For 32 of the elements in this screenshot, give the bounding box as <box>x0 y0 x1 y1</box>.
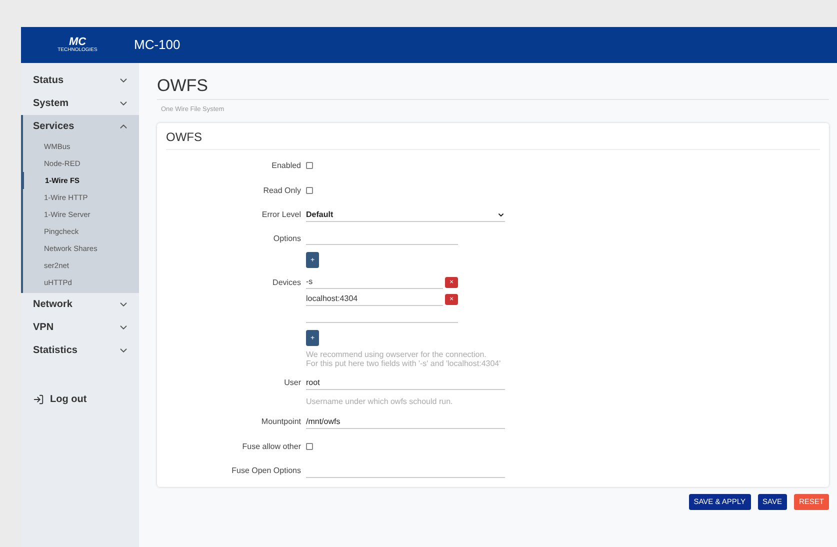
sidebar-item[interactable]: Services <box>23 115 139 138</box>
help-text: Username under which owfs schould run. <box>306 397 453 406</box>
input-field[interactable]: /mnt/owfs <box>306 415 505 429</box>
logout-link[interactable]: Log out <box>50 392 87 407</box>
device-title: MC-100 <box>134 36 180 54</box>
field-label: Fuse allow other <box>242 442 301 450</box>
input-field[interactable]: localhost:4304 <box>306 293 443 306</box>
page-title: OWFS <box>157 75 209 97</box>
checkbox[interactable] <box>306 187 313 194</box>
checkbox[interactable] <box>306 162 313 169</box>
field-label: Devices <box>272 278 301 286</box>
input-field[interactable]: root <box>306 376 505 390</box>
checkbox[interactable] <box>306 443 313 450</box>
section-title: OWFS <box>166 130 202 144</box>
input-field[interactable]: -s <box>306 276 443 289</box>
sidebar-item[interactable]: System <box>21 92 139 115</box>
chevron-down-icon <box>497 210 505 218</box>
sidebar-item[interactable]: VPN <box>21 316 139 339</box>
field-label: User <box>284 378 301 387</box>
sidebar-item[interactable]: Statistics <box>21 339 139 362</box>
logout-icon <box>33 394 44 405</box>
field-label: Enabled <box>272 160 301 170</box>
field-label: Fuse Open Options <box>232 466 301 475</box>
field-label: Options <box>273 234 301 242</box>
select-field[interactable]: Default <box>306 208 505 222</box>
help-text: We recommend using owserver for the connection. <box>306 350 488 359</box>
sidebar-item[interactable]: Status <box>21 69 139 92</box>
help-text: For this put here two fields with '-s' and 'localhost:4304' <box>306 359 501 368</box>
field-label: Error Level <box>262 210 301 219</box>
field-label: Mountpoint <box>261 417 301 426</box>
field-label: Read Only <box>263 186 301 194</box>
sidebar-item[interactable]: Network <box>21 293 139 316</box>
